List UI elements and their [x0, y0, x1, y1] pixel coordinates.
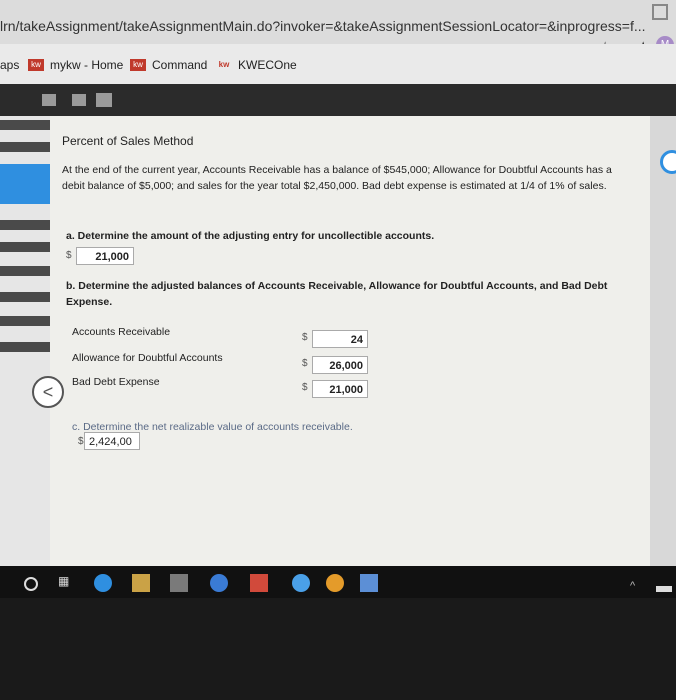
browser-icon[interactable]: [94, 574, 112, 592]
part-a-question: a. Determine the amount of the adjusting…: [66, 230, 435, 242]
sidebar-item[interactable]: [0, 316, 50, 326]
problem-panel: Percent of Sales Method At the end of th…: [50, 116, 650, 572]
problem-description: At the end of the current year, Accounts…: [62, 164, 612, 192]
bookmark-command[interactable]: kw Command: [130, 58, 207, 72]
taskbar: ▦ ^: [0, 566, 676, 598]
bad-debt-expense-input[interactable]: 21,000: [312, 380, 368, 398]
bookmark-apps-label: aps: [0, 58, 20, 72]
bookmark-mykw-home[interactable]: kw mykw - Home: [28, 58, 123, 72]
calculator-icon[interactable]: [360, 574, 378, 592]
store-icon[interactable]: [170, 574, 188, 592]
sidebar-item[interactable]: [0, 120, 50, 130]
accounts-receivable-label: Accounts Receivable: [72, 326, 171, 338]
sidebar-item[interactable]: [0, 266, 50, 276]
battery-icon: [656, 586, 672, 592]
mail-icon[interactable]: [250, 574, 268, 592]
file-explorer-icon[interactable]: [132, 574, 150, 592]
sidebar-item[interactable]: [0, 220, 50, 230]
right-panel-edge: [650, 116, 676, 566]
navigation-ring-icon[interactable]: [660, 150, 676, 174]
part-c-answer-input[interactable]: 2,424,00: [84, 432, 140, 450]
allowance-input[interactable]: 26,000: [312, 356, 368, 374]
currency-symbol: $: [302, 382, 308, 393]
part-a-answer-input[interactable]: 21,000: [76, 247, 134, 265]
toolbar-icon[interactable]: [42, 94, 56, 106]
part-b-question: b. Determine the adjusted balances of Ac…: [66, 280, 608, 308]
kw-logo-icon: kw: [130, 59, 146, 71]
kw-logo-icon: kw: [28, 59, 44, 71]
bookmark-apps[interactable]: aps: [0, 58, 19, 72]
toolbar-icon[interactable]: [72, 94, 86, 106]
browser-urlbar: lrn/takeAssignment/takeAssignmentMain.do…: [0, 0, 676, 57]
sidebar-item[interactable]: [0, 292, 50, 302]
currency-symbol: $: [302, 332, 308, 343]
accounts-receivable-input[interactable]: 24: [312, 330, 368, 348]
sidebar-item[interactable]: [0, 342, 50, 352]
chrome-icon[interactable]: [326, 574, 344, 592]
kw-logo-icon: kw: [218, 60, 230, 69]
back-arrow-icon[interactable]: <: [32, 376, 64, 408]
bookmarks-bar: aps kw mykw - Home kw Command kw KWECOne: [0, 44, 676, 84]
chevron-up-icon[interactable]: ^: [630, 580, 635, 592]
left-sidebar: [0, 116, 50, 566]
bookmark-label: mykw - Home: [50, 58, 124, 72]
music-icon[interactable]: [292, 574, 310, 592]
address-bar[interactable]: lrn/takeAssignment/takeAssignmentMain.do…: [0, 18, 646, 34]
task-view-icon[interactable]: ▦: [58, 574, 76, 592]
search-circle-icon[interactable]: [24, 577, 38, 591]
problem-title: Percent of Sales Method: [62, 134, 194, 148]
currency-symbol: $: [302, 358, 308, 369]
app-toolbar: [0, 84, 676, 116]
toolbar-icon[interactable]: [96, 93, 112, 107]
currency-symbol: $: [78, 436, 84, 447]
allowance-label: Allowance for Doubtful Accounts: [72, 352, 223, 364]
bookmark-label: KWECOne: [238, 58, 297, 72]
bookmark-label: Command: [152, 58, 208, 72]
bookmark-kwecone[interactable]: kw KWECOne: [216, 58, 297, 72]
sidebar-item[interactable]: [0, 142, 50, 152]
app-icon[interactable]: [210, 574, 228, 592]
sidebar-item[interactable]: [0, 242, 50, 252]
currency-symbol: $: [66, 250, 72, 261]
sidebar-item-active[interactable]: [0, 164, 50, 204]
bad-debt-expense-label: Bad Debt Expense: [72, 376, 160, 388]
restore-window-icon[interactable]: [652, 4, 668, 20]
